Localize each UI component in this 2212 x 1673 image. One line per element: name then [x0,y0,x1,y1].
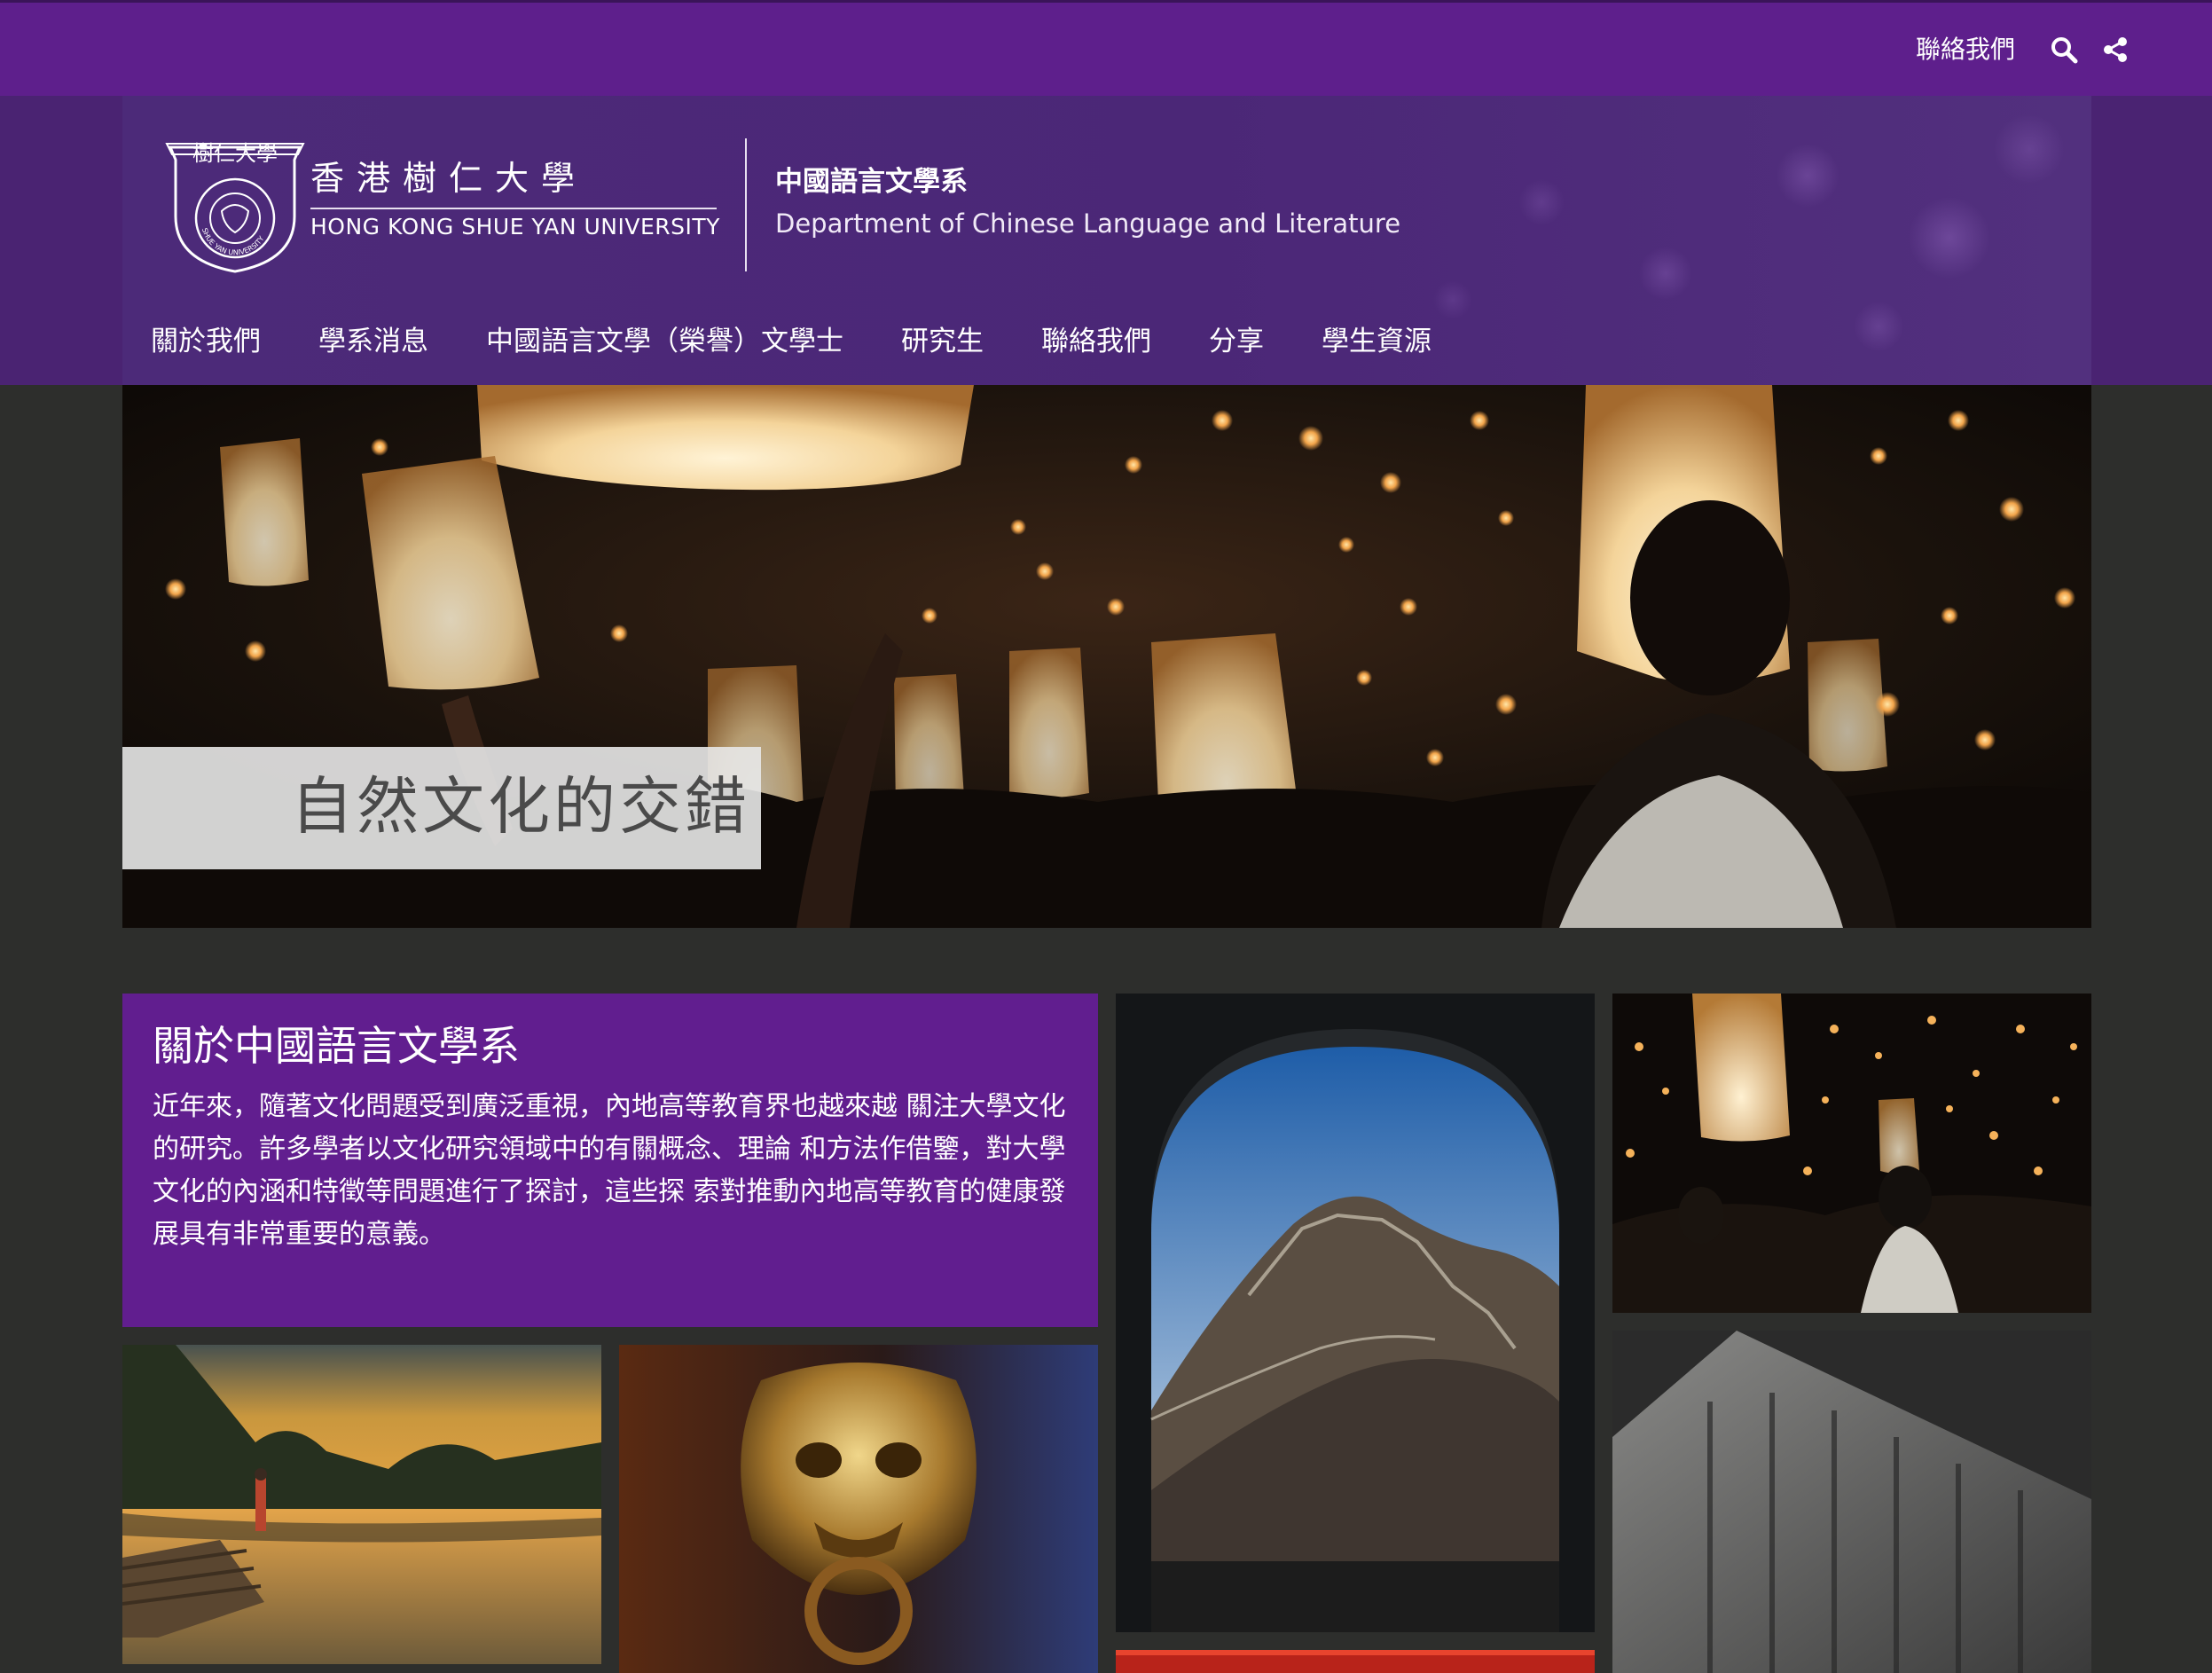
red-photo-tile[interactable] [1116,1650,1595,1673]
great-wall-image [1116,994,1595,1632]
stone-inscription-image [1612,1331,2091,1673]
river-sunset-photo-tile[interactable] [122,1345,601,1664]
nav-item-share[interactable]: 分享 [1209,321,1264,362]
university-name-en: HONG KONG SHUE YAN UNIVERSITY [310,214,720,240]
about-title: 關於中國語言文學系 [153,1022,520,1070]
department-name-cn: 中國語言文學系 [775,166,968,198]
about-department-panel: 關於中國語言文學系 近年來，隨著文化問題受到廣泛重視，內地高等教育界也越來越 關… [122,994,1098,1327]
share-icon[interactable] [2100,35,2130,65]
search-icon[interactable] [2049,35,2079,65]
lanterns-photo-tile[interactable] [1612,994,2091,1313]
university-crest-logo[interactable]: 樹仁大學 SHUE YAN UNIVERSITY [165,137,305,273]
nav-item-news[interactable]: 學系消息 [318,321,428,362]
lion-door-knocker-image [619,1345,1098,1673]
lanterns-image [1612,994,2091,1313]
nav-item-student-resources[interactable]: 學生資源 [1322,321,1432,362]
nav-item-bachelor-programme[interactable]: 中國語言文學（榮譽）文學士 [486,321,843,362]
department-name-en: Department of Chinese Language and Liter… [775,208,1401,239]
great-wall-photo-tile[interactable] [1116,994,1595,1632]
nav-item-contact[interactable]: 聯絡我們 [1041,321,1151,362]
top-utility-bar: 聯絡我們 [0,0,2212,96]
main-navigation: 關於我們 學系消息 中國語言文學（榮譽）文學士 研究生 聯絡我們 分享 學生資源 [151,321,1489,362]
nav-item-postgraduate[interactable]: 研究生 [901,321,984,362]
crest-text: 樹仁大學 [192,141,278,166]
hero-caption: 自然文化的交錯 [291,770,750,843]
lion-door-knocker-photo-tile[interactable] [619,1345,1098,1673]
brand-divider [745,138,747,271]
brand-underline [310,208,717,209]
hero-banner: 自然文化的交錯 [122,385,2091,928]
about-body-text: 近年來，隨著文化問題受到廣泛重視，內地高等教育界也越來越 關注大學文化的研究。許… [153,1091,1066,1250]
red-tile-image [1116,1650,1595,1673]
stone-inscription-photo-tile[interactable] [1612,1331,2091,1673]
river-sunset-image [122,1345,601,1664]
university-name-cn: 香港樹仁大學 [310,159,588,198]
nav-item-about[interactable]: 關於我們 [151,321,261,362]
topbar-contact-link[interactable]: 聯絡我們 [1916,32,2015,67]
hero-caption-box: 自然文化的交錯 [122,747,761,869]
